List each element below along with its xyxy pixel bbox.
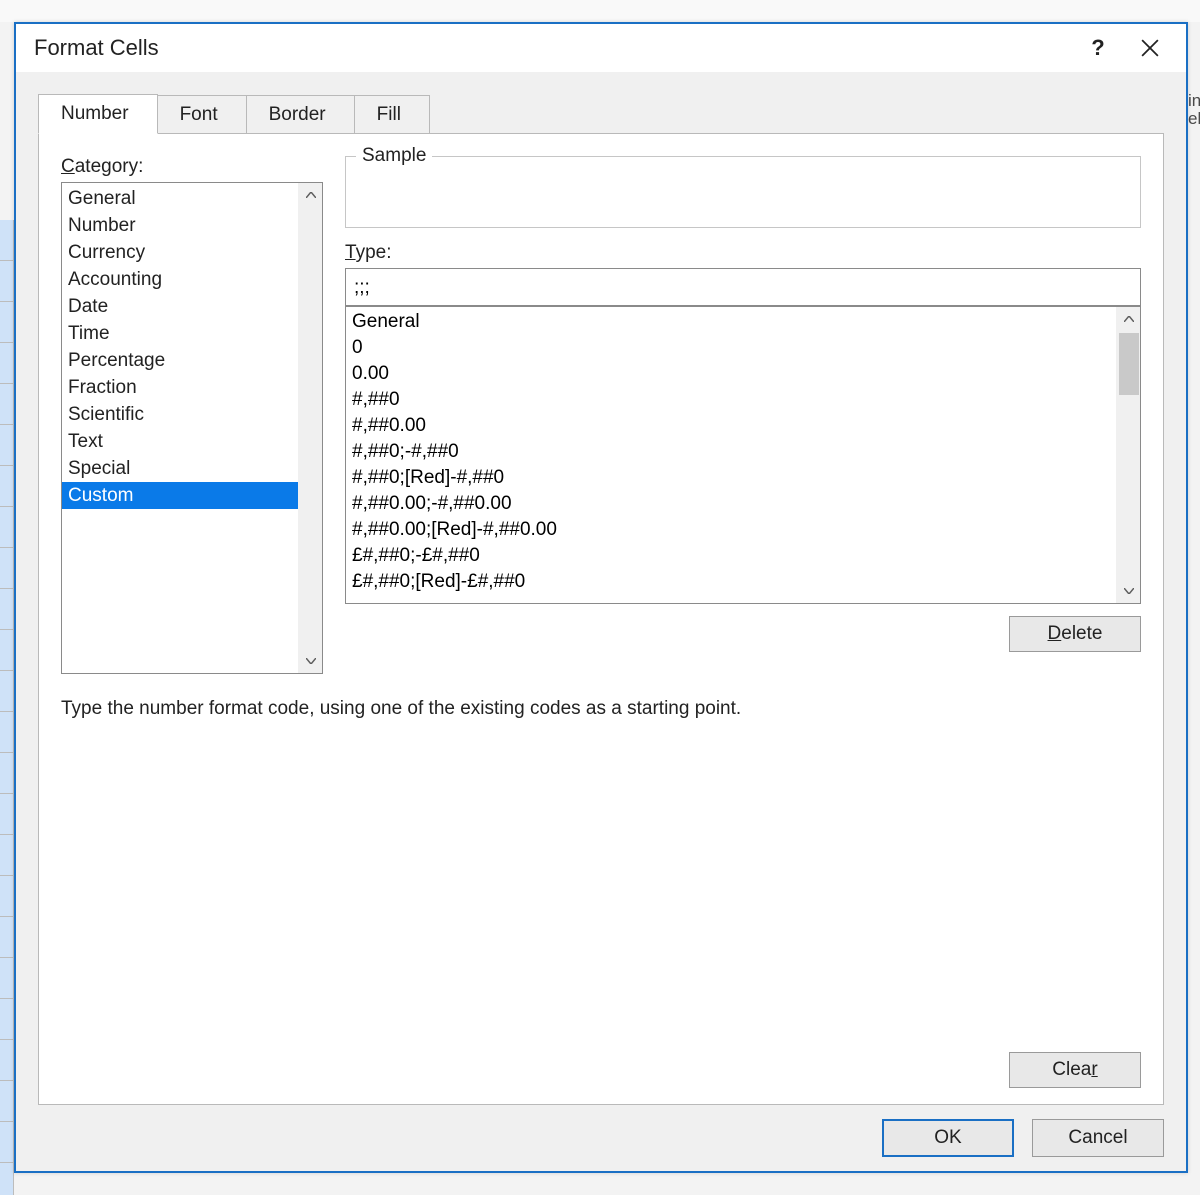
scroll-down-icon[interactable] — [299, 649, 323, 673]
tabstrip: Number Font Border Fill — [38, 90, 1164, 134]
sample-value — [358, 179, 1128, 199]
category-item-currency[interactable]: Currency — [62, 239, 298, 266]
format-code-listbox[interactable]: General 0 0.00 #,##0 #,##0.00 #,##0;-#,#… — [345, 306, 1141, 604]
tab-number[interactable]: Number — [38, 94, 158, 134]
category-item-general[interactable]: General — [62, 185, 298, 212]
dialog-title: Format Cells — [34, 35, 1072, 61]
sample-label: Sample — [356, 145, 432, 167]
category-item-text[interactable]: Text — [62, 428, 298, 455]
scroll-down-icon[interactable] — [1117, 579, 1141, 603]
tab-border[interactable]: Border — [246, 95, 355, 134]
cancel-button[interactable]: Cancel — [1032, 1119, 1164, 1157]
ribbon-fragment — [0, 0, 1200, 22]
tab-font[interactable]: Font — [157, 95, 247, 134]
category-item-accounting[interactable]: Accounting — [62, 266, 298, 293]
help-button[interactable]: ? — [1072, 28, 1124, 68]
category-item-custom[interactable]: Custom — [62, 482, 298, 509]
titlebar: Format Cells ? — [16, 24, 1186, 72]
format-code-item[interactable]: #,##0;-#,##0 — [352, 439, 1110, 465]
hint-text: Type the number format code, using one o… — [61, 698, 1141, 720]
format-code-scrollbar[interactable] — [1116, 307, 1140, 603]
category-item-date[interactable]: Date — [62, 293, 298, 320]
delete-button[interactable]: Delete — [1009, 616, 1141, 652]
category-item-time[interactable]: Time — [62, 320, 298, 347]
format-code-item[interactable]: #,##0.00;[Red]-#,##0.00 — [352, 517, 1110, 543]
category-listbox[interactable]: General Number Currency Accounting Date … — [61, 182, 323, 674]
dialog-footer: OK Cancel — [38, 1119, 1164, 1157]
format-code-item[interactable]: £#,##0;-£#,##0 — [352, 543, 1110, 569]
format-code-item[interactable]: General — [352, 309, 1110, 335]
close-button[interactable] — [1124, 28, 1176, 68]
worksheet-left-fragment — [0, 220, 14, 1195]
clear-button[interactable]: Clear — [1009, 1052, 1141, 1088]
category-label: Category: — [61, 156, 323, 178]
category-item-percentage[interactable]: Percentage — [62, 347, 298, 374]
category-item-fraction[interactable]: Fraction — [62, 374, 298, 401]
ok-button[interactable]: OK — [882, 1119, 1014, 1157]
category-item-special[interactable]: Special — [62, 455, 298, 482]
category-item-scientific[interactable]: Scientific — [62, 401, 298, 428]
right-edge-fragment: inele — [1188, 92, 1200, 152]
category-column: Category: General Number Currency Accoun… — [61, 156, 323, 674]
type-input[interactable] — [345, 268, 1141, 306]
format-code-item[interactable]: #,##0.00;-#,##0.00 — [352, 491, 1110, 517]
format-column: Sample Type: General 0 0.00 #,##0 — [345, 156, 1141, 652]
close-icon — [1141, 39, 1159, 57]
scroll-thumb[interactable] — [1119, 333, 1139, 395]
format-code-item[interactable]: 0.00 — [352, 361, 1110, 387]
format-code-item[interactable]: #,##0 — [352, 387, 1110, 413]
category-item-number[interactable]: Number — [62, 212, 298, 239]
format-cells-dialog: Format Cells ? Number Font Border Fill C… — [14, 22, 1188, 1173]
format-code-item[interactable]: #,##0.00 — [352, 413, 1110, 439]
type-label: Type: — [345, 242, 1141, 264]
tab-panel-number: Category: General Number Currency Accoun… — [38, 133, 1164, 1105]
format-code-item[interactable]: £#,##0;[Red]-£#,##0 — [352, 569, 1110, 595]
category-scrollbar[interactable] — [298, 183, 322, 673]
tab-fill[interactable]: Fill — [354, 95, 430, 134]
dialog-client-area: Number Font Border Fill Category: Genera… — [16, 72, 1186, 1171]
format-code-item[interactable]: #,##0;[Red]-#,##0 — [352, 465, 1110, 491]
scroll-up-icon[interactable] — [1117, 307, 1141, 331]
scroll-up-icon[interactable] — [299, 183, 323, 207]
format-code-item[interactable]: 0 — [352, 335, 1110, 361]
sample-groupbox: Sample — [345, 156, 1141, 228]
